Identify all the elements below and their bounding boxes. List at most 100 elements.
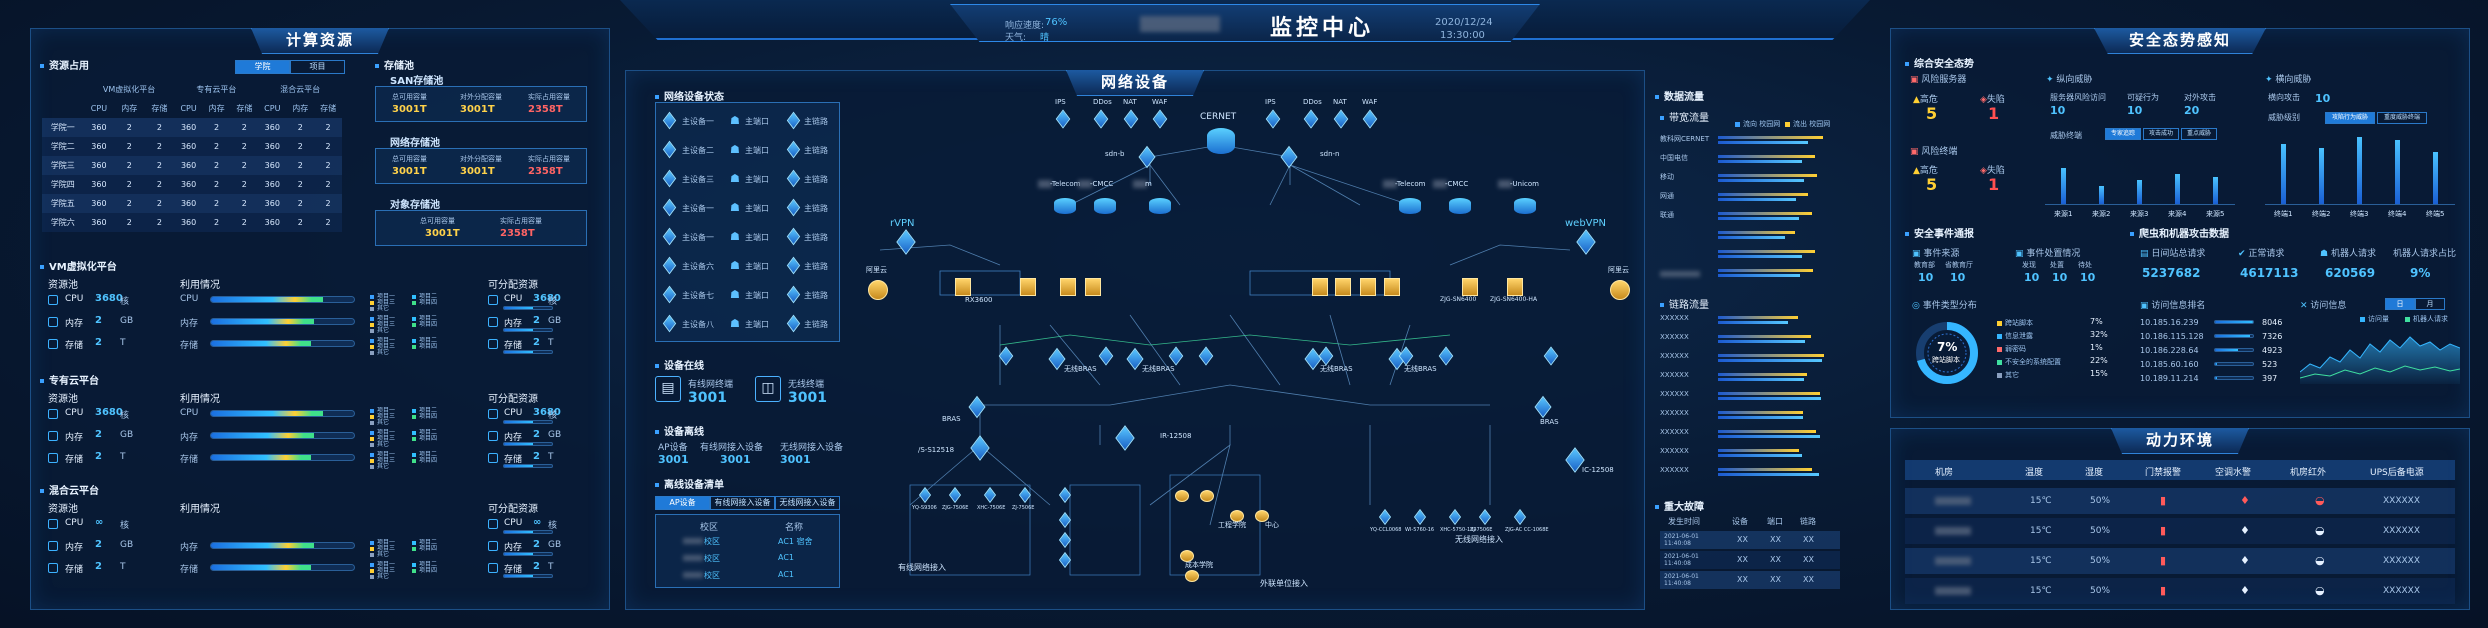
unit-label-0: 工程学院	[1218, 521, 1246, 529]
cell: 360	[264, 218, 280, 227]
chart-bar	[2281, 144, 2286, 204]
sec-device-label: IPS	[1265, 98, 1276, 106]
cpu-alloc-bar	[503, 306, 553, 310]
table-group-private: 专有云平台	[196, 85, 237, 94]
tab-project[interactable]: 项目	[290, 60, 345, 74]
obj-total: 3001T	[425, 228, 460, 239]
usage-label: 利用情况	[180, 280, 220, 291]
disk-unit: T	[120, 338, 126, 348]
usage-legend-item: 项目四	[412, 411, 437, 420]
offline-list-heading: 离线设备清单	[655, 476, 724, 491]
isp-icon	[1094, 198, 1116, 214]
daily-req-value: 5237682	[2142, 266, 2201, 280]
ev-src-v1: 10	[1950, 271, 1966, 284]
device-name: 主设备一	[682, 117, 714, 126]
ev-type-item: 跨站脚本	[1997, 318, 2033, 328]
webvpn-label: webVPN	[1565, 218, 1607, 229]
obj-title: 对象存储池	[390, 200, 440, 211]
isp-icon	[1514, 198, 1536, 214]
mem-value: 2	[95, 539, 102, 550]
server-icon	[1060, 278, 1076, 296]
usage-legend-item: 其它	[370, 303, 389, 312]
access-rank-label: ▣ 访问信息排名	[2140, 301, 2206, 311]
unit-icon	[1175, 490, 1189, 502]
wireless-terminal-value: 3001	[788, 390, 827, 406]
mem-usage-bar	[210, 542, 355, 549]
link-row-label: XXXXXX	[1660, 466, 1689, 474]
device-name: 主设备七	[682, 291, 714, 300]
chart-tick-label: 终端3	[2350, 210, 2369, 218]
bw-bar-out	[1718, 198, 1796, 201]
mem-alloc-value: 2	[533, 539, 540, 550]
water-alarm-icon: ♦	[2240, 524, 2250, 537]
san-used: 2358T	[528, 104, 563, 115]
sec-device-label: DDos	[1303, 98, 1322, 106]
s12518-label: /S-S12518	[918, 446, 955, 454]
device-name: 主设备一	[682, 204, 714, 213]
cpu-label: CPU	[65, 518, 84, 528]
col-disk: 存储	[151, 104, 168, 113]
sec-device-label: WAF	[1362, 98, 1378, 106]
cell: 2	[325, 218, 331, 227]
chart1-tab-2[interactable]: 重点威胁	[2181, 128, 2217, 140]
bw-bar-in	[1718, 174, 1817, 177]
aliyun2-icon	[1610, 280, 1630, 300]
cpu-usage-bar	[210, 410, 355, 417]
device-port: 主端口	[745, 117, 769, 126]
chart1-tab-1[interactable]: 攻击成功	[2143, 128, 2179, 140]
chart2-tab-0[interactable]: 攻陷行为威胁	[2325, 112, 2375, 124]
link-bar	[1718, 392, 1820, 395]
cell: 360	[264, 161, 280, 170]
aliyun-label: 阿里云	[866, 266, 887, 274]
col-disk: 存储	[320, 104, 337, 113]
vertical-v1-label: 服务器风险访问	[2050, 93, 2106, 102]
campus-blur	[683, 572, 703, 578]
right-switch-label: YQ-CCL0068	[1370, 527, 1402, 533]
chart1-tab-0[interactable]: 专家追踪	[2105, 128, 2141, 140]
risk-server-miss: 1	[1988, 104, 2000, 123]
vertical-threat-label: ✦ 纵向威胁	[2046, 75, 2093, 85]
nas-used: 2358T	[528, 166, 563, 177]
sdn-n-label: sdn-n	[1320, 150, 1340, 158]
link-row-label: XXXXXX	[1660, 428, 1689, 436]
usage-label: 利用情况	[180, 504, 220, 515]
visit-trend-label: ✕ 访问信息	[2300, 301, 2347, 311]
list-tab-wireless[interactable]: 无线网接入设备	[775, 496, 840, 510]
chart2-tab-1[interactable]: 重度威胁终端	[2377, 112, 2427, 124]
device-status-box	[655, 102, 840, 342]
cell: 2	[297, 142, 303, 151]
col-cpu: CPU	[264, 104, 281, 113]
bw-bar-out	[1718, 274, 1800, 277]
table-row: 学院二 360 2 2 360 2 2 360 2 2	[42, 137, 342, 156]
obj-label-total: 总可用容量	[420, 217, 455, 225]
chart-tick-label: 终端5	[2426, 210, 2445, 218]
header-date: 2020/12/24	[1435, 17, 1493, 28]
ev-type-value: 22%	[2090, 356, 2108, 365]
isp-label: -CMCC	[1445, 180, 1469, 188]
cell: 2	[156, 123, 162, 132]
event-report-heading: 安全事件通报	[1905, 225, 1974, 240]
list-tab-wired[interactable]: 有线网接入设备	[710, 496, 775, 510]
usage-legend-item: 其它	[370, 549, 389, 558]
fault-link: XX	[1803, 575, 1814, 584]
trend-tab-day[interactable]: 日	[2385, 298, 2415, 310]
tab-college[interactable]: 学院	[235, 60, 290, 74]
cell: 360	[91, 199, 107, 208]
chart-bar	[2319, 147, 2324, 204]
mem-icon	[48, 541, 58, 551]
link-heading: 链路流量	[1660, 296, 1709, 311]
chart1-title: 威胁终端	[2050, 131, 2082, 140]
bw-row-label: 中国电信	[1660, 154, 1688, 162]
chart-bar	[2213, 177, 2218, 204]
online-heading: 设备在线	[655, 357, 704, 372]
infrared-icon: ◒	[2315, 554, 2325, 567]
trend-tab-month[interactable]: 月	[2415, 298, 2445, 310]
cpu-alloc-label: CPU	[504, 294, 523, 304]
bw-bar-in	[1718, 250, 1815, 253]
bw-legend-out: 流出 校园网	[1785, 119, 1830, 129]
cell: 2	[214, 161, 220, 170]
cpu-alloc-label: CPU	[504, 518, 523, 528]
usage-legend-item: 项目四	[412, 319, 437, 328]
col-mem: 内存	[121, 104, 138, 113]
list-tab-ap[interactable]: AP设备	[655, 496, 710, 510]
